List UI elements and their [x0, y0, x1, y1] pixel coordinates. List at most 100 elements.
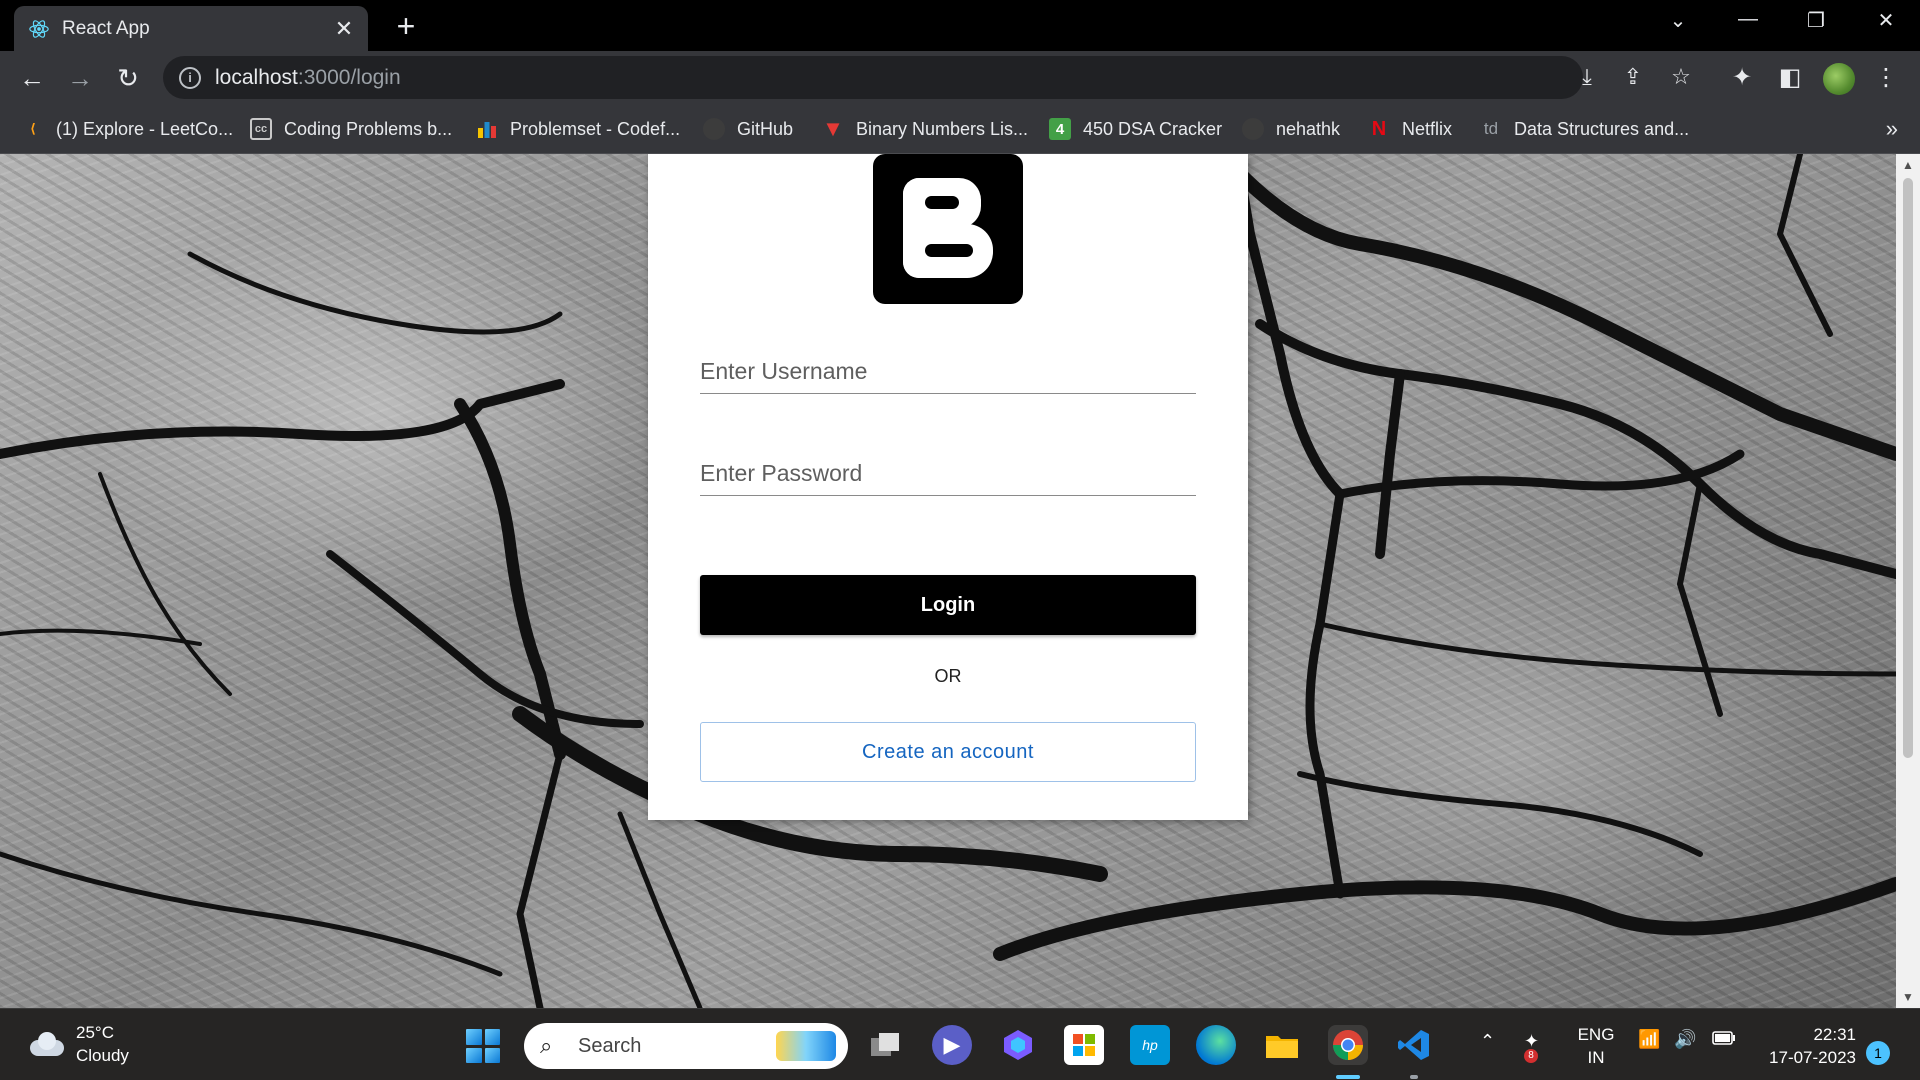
bookmark-label: (1) Explore - LeetCo... [56, 118, 234, 139]
site-info-icon[interactable]: i [179, 66, 201, 89]
back-icon[interactable]: ← [14, 61, 50, 95]
close-window-button[interactable]: ✕ [1866, 8, 1906, 33]
copilot-icon[interactable] [998, 1025, 1038, 1065]
weather-temp: 25°C [76, 1023, 114, 1042]
extensions-icon[interactable]: ✦ [1726, 62, 1758, 94]
forward-icon[interactable]: → [62, 61, 98, 95]
bookmark-item[interactable]: cc Coding Problems b... [250, 114, 452, 144]
chrome-active-indicator [1336, 1075, 1360, 1079]
tab-title: React App [62, 17, 150, 39]
language-code: ENG [1577, 1025, 1615, 1044]
restore-button[interactable]: ❐ [1796, 8, 1836, 33]
react-icon [29, 19, 49, 38]
vscode-running-indicator [1410, 1075, 1418, 1079]
windows-start-icon[interactable] [466, 1029, 500, 1063]
login-button[interactable]: Login [700, 575, 1196, 635]
search-highlight-icon [776, 1031, 836, 1061]
file-explorer-icon[interactable] [1262, 1025, 1302, 1065]
github-icon [703, 118, 725, 140]
netflix-icon: N [1371, 117, 1387, 140]
battery-icon[interactable] [1712, 1029, 1736, 1050]
bookmark-item[interactable]: N Netflix [1368, 114, 1452, 144]
username-field[interactable] [700, 340, 1196, 394]
url-host: localhost [215, 65, 298, 89]
bookmarks-bar: ⟨ (1) Explore - LeetCo... cc Coding Prob… [0, 104, 1920, 154]
url-path: :3000/login [297, 65, 401, 89]
menu-icon[interactable]: ⋮ [1870, 62, 1902, 94]
address-bar[interactable]: i localhost:3000/login [163, 56, 1583, 99]
tray-badge: 8 [1524, 1049, 1538, 1063]
bookmark-item[interactable]: ⟨ (1) Explore - LeetCo... [22, 114, 233, 144]
or-separator: OR [934, 666, 962, 686]
password-field[interactable] [700, 442, 1196, 496]
takeuforward-icon: td [1483, 119, 1499, 138]
username-input[interactable] [700, 340, 1196, 393]
bookmark-label: GitHub [737, 118, 794, 139]
bookmark-item[interactable]: nehathk [1242, 114, 1340, 144]
weather-widget[interactable]: 25°C Cloudy [26, 1021, 129, 1067]
bookmark-star-icon[interactable]: ☆ [1666, 62, 1696, 92]
clock-date: 17-07-2023 [1769, 1048, 1856, 1067]
more-bookmarks-icon[interactable]: » [1886, 116, 1898, 142]
browser-tab[interactable]: React App ✕ [14, 6, 368, 51]
search-icon: ⌕ [540, 1033, 553, 1058]
chrome-icon[interactable] [1328, 1025, 1368, 1065]
scroll-up-icon[interactable]: ▲ [1896, 158, 1920, 172]
search-label: Search [578, 1034, 642, 1057]
microsoft-store-icon[interactable] [1064, 1025, 1104, 1065]
clock-time: 22:31 [1813, 1025, 1856, 1044]
bookmark-item[interactable]: ▼ Binary Numbers Lis... [822, 114, 1028, 144]
region-code: IN [1587, 1048, 1605, 1067]
github-icon [1242, 118, 1264, 140]
cloud-icon [26, 1032, 64, 1056]
show-hidden-icons-icon[interactable]: ⌃ [1480, 1031, 1495, 1052]
password-input[interactable] [700, 442, 1196, 495]
dsa-cracker-icon: 4 [1049, 118, 1071, 140]
edge-icon[interactable] [1196, 1025, 1236, 1065]
bookmark-item[interactable]: 4 450 DSA Cracker [1049, 114, 1222, 144]
weather-desc: Cloudy [76, 1046, 129, 1065]
page-scrollbar[interactable]: ▲ ▼ [1896, 154, 1920, 1008]
bookmark-item[interactable]: td Data Structures and... [1480, 114, 1689, 144]
new-tab-button[interactable]: + [390, 10, 422, 42]
reload-icon[interactable]: ↻ [110, 61, 146, 95]
bookmark-item[interactable]: Problemset - Codef... [476, 114, 680, 144]
vscode-icon[interactable] [1394, 1025, 1434, 1065]
bookmark-label: nehathk [1276, 118, 1341, 139]
bookmark-label: Problemset - Codef... [510, 118, 681, 139]
notification-badge[interactable]: 1 [1866, 1041, 1890, 1065]
bookmark-label: Coding Problems b... [284, 118, 453, 139]
teams-chat-icon[interactable]: ▶ [932, 1025, 972, 1065]
tab-close-icon[interactable]: ✕ [332, 16, 356, 42]
share-icon[interactable]: ⇪ [1618, 62, 1648, 92]
language-indicator[interactable]: ENG IN [1576, 1023, 1616, 1069]
side-panel-icon[interactable]: ◧ [1774, 62, 1806, 94]
tab-search-icon[interactable]: ⌄ [1658, 8, 1698, 33]
browser-titlebar: React App ✕ + ⌄ — ❐ ✕ [0, 0, 1920, 51]
wifi-icon[interactable]: 📶 [1638, 1029, 1660, 1050]
scrollbar-thumb[interactable] [1903, 178, 1913, 758]
bookmark-item[interactable]: GitHub [703, 114, 793, 144]
create-account-button[interactable]: Create an account [700, 722, 1196, 782]
bookmark-red-icon: ▼ [822, 116, 844, 141]
login-card: Login OR Create an account [648, 154, 1248, 820]
scroll-down-icon[interactable]: ▼ [1896, 990, 1920, 1004]
bookmark-label: Binary Numbers Lis... [856, 118, 1029, 139]
install-app-icon[interactable]: ⤓ [1572, 62, 1602, 92]
volume-icon[interactable]: 🔊 [1674, 1029, 1696, 1050]
windows-taskbar: 25°C Cloudy ⌕ Search ▶ hp ⌃ ✦ 8 ENG IN 📶… [0, 1008, 1920, 1080]
task-view-icon[interactable] [866, 1025, 906, 1065]
codechef-icon: cc [250, 118, 272, 140]
clock[interactable]: 22:31 17-07-2023 [1756, 1023, 1856, 1069]
codeforces-icon [476, 118, 498, 140]
browser-toolbar: ← → ↻ i localhost:3000/login ⤓ ⇪ ☆ ✦ ◧ ⋮ [0, 51, 1920, 104]
blogger-logo-icon [873, 154, 1023, 304]
minimize-button[interactable]: — [1728, 8, 1768, 31]
bookmark-label: Netflix [1402, 118, 1453, 139]
page-background: Login OR Create an account [0, 154, 1896, 1008]
leetcode-icon: ⟨ [30, 121, 36, 136]
profile-avatar[interactable] [1823, 63, 1855, 95]
myhp-icon[interactable]: hp [1130, 1025, 1170, 1065]
taskbar-search-box[interactable]: ⌕ Search [524, 1023, 848, 1069]
bookmark-label: 450 DSA Cracker [1083, 118, 1223, 139]
